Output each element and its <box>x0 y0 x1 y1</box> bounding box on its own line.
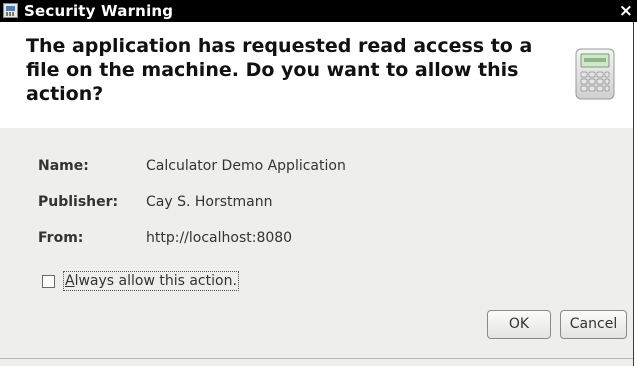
mnemonic-letter: A <box>65 273 75 289</box>
always-allow-text: lways allow this action. <box>74 273 237 289</box>
dialog-header: The application has requested read acces… <box>0 22 633 128</box>
cancel-button[interactable]: Cancel <box>560 310 627 339</box>
warning-message: The application has requested read acces… <box>26 35 533 105</box>
publisher-label: Publisher: <box>38 194 119 210</box>
ok-button[interactable]: OK <box>487 310 551 339</box>
java-app-icon <box>3 3 18 18</box>
close-icon[interactable]: × <box>619 0 633 22</box>
always-allow-checkbox[interactable] <box>42 275 55 288</box>
window-title: Security Warning <box>24 2 174 20</box>
from-value: http://localhost:8080 <box>146 230 293 246</box>
divider <box>0 358 633 359</box>
name-label: Name: <box>38 158 89 174</box>
from-label: From: <box>38 230 84 246</box>
publisher-value: Cay S. Horstmann <box>146 194 273 210</box>
title-bar[interactable]: Security Warning × <box>0 0 637 22</box>
security-warning-dialog: Security Warning × The application has r… <box>0 0 637 366</box>
calculator-icon <box>575 48 615 100</box>
always-allow-label[interactable]: Always allow this action. <box>63 271 239 291</box>
name-value: Calculator Demo Application <box>146 158 346 174</box>
